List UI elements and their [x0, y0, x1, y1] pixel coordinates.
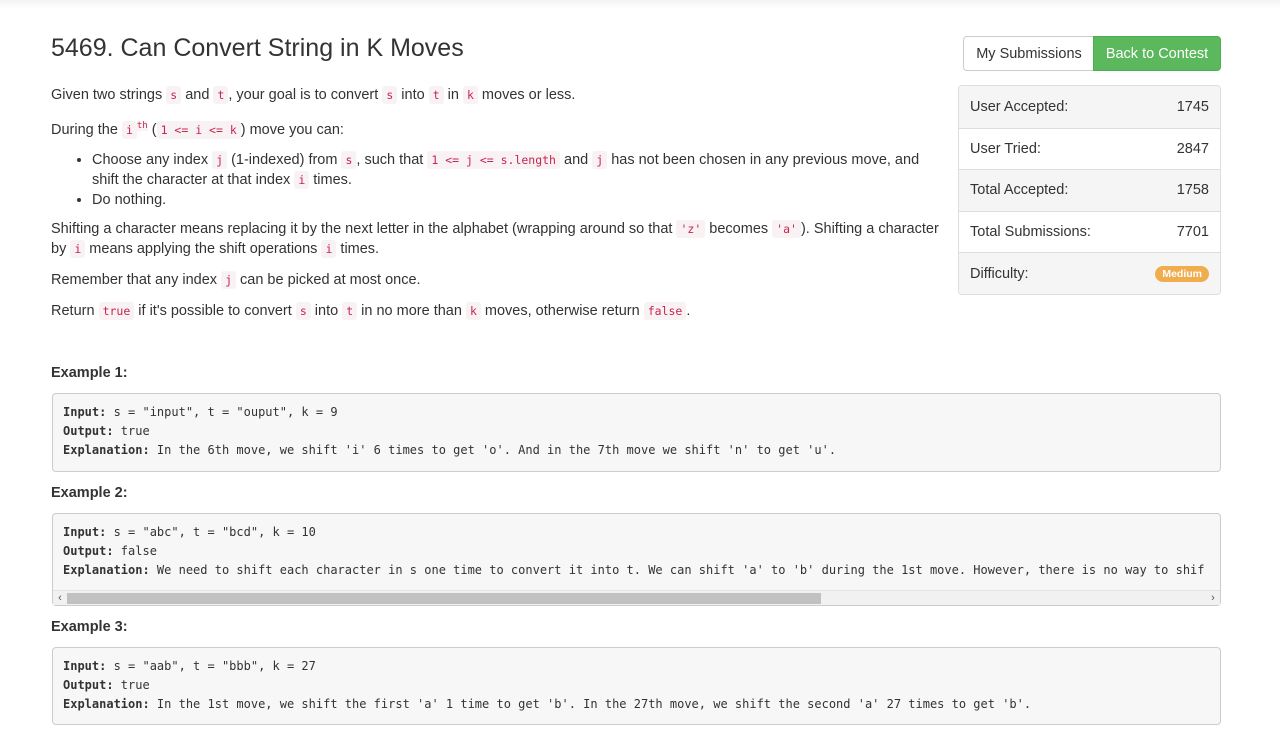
move-options-list: Choose any index j (1-indexed) from s, s…: [51, 150, 941, 210]
example-1-block: Input: s = "input", t = "ouput", k = 9 O…: [52, 393, 1221, 472]
stat-user-accepted: User Accepted: 1745: [959, 86, 1220, 128]
back-to-contest-button[interactable]: Back to Contest: [1093, 36, 1221, 71]
horizontal-scrollbar[interactable]: ‹ ›: [53, 590, 1220, 605]
problem-title: 5469. Can Convert String in K Moves: [51, 34, 464, 62]
description-paragraph: Return true if it's possible to convert …: [51, 301, 691, 320]
description-paragraph: Remember that any index j can be picked …: [51, 270, 421, 289]
scrollbar-thumb[interactable]: [67, 593, 821, 604]
scroll-right-icon[interactable]: ›: [1206, 591, 1220, 605]
description-paragraph: Given two strings s and t, your goal is …: [51, 86, 576, 104]
stat-total-accepted: Total Accepted: 1758: [959, 169, 1220, 211]
stat-total-submissions: Total Submissions: 7701: [959, 210, 1220, 253]
stat-user-tried: User Tried: 2847: [959, 127, 1220, 170]
my-submissions-button[interactable]: My Submissions: [963, 36, 1094, 71]
example-1-heading: Example 1:: [51, 365, 128, 381]
contest-stats-panel: User Accepted: 1745 User Tried: 2847 Total…: [958, 85, 1221, 295]
difficulty-badge: Medium: [1155, 265, 1209, 282]
description-paragraph: During the i th (1 <= i <= k) move you ca…: [51, 120, 344, 139]
problem-description: Given two strings s and t, your goal is …: [51, 85, 941, 332]
example-3-heading: Example 3:: [51, 619, 128, 635]
list-item: Choose any index j (1-indexed) from s, s…: [92, 150, 941, 190]
example-2-heading: Example 2:: [51, 485, 128, 501]
list-item: Do nothing.: [92, 190, 941, 210]
example-3-block: Input: s = "aab", t = "bbb", k = 27 Outp…: [52, 647, 1221, 725]
scroll-left-icon[interactable]: ‹: [53, 591, 67, 605]
stat-difficulty: Difficulty: Medium: [959, 252, 1220, 294]
top-divider: [0, 0, 1280, 8]
description-paragraph: Shifting a character means replacing it …: [51, 219, 939, 258]
